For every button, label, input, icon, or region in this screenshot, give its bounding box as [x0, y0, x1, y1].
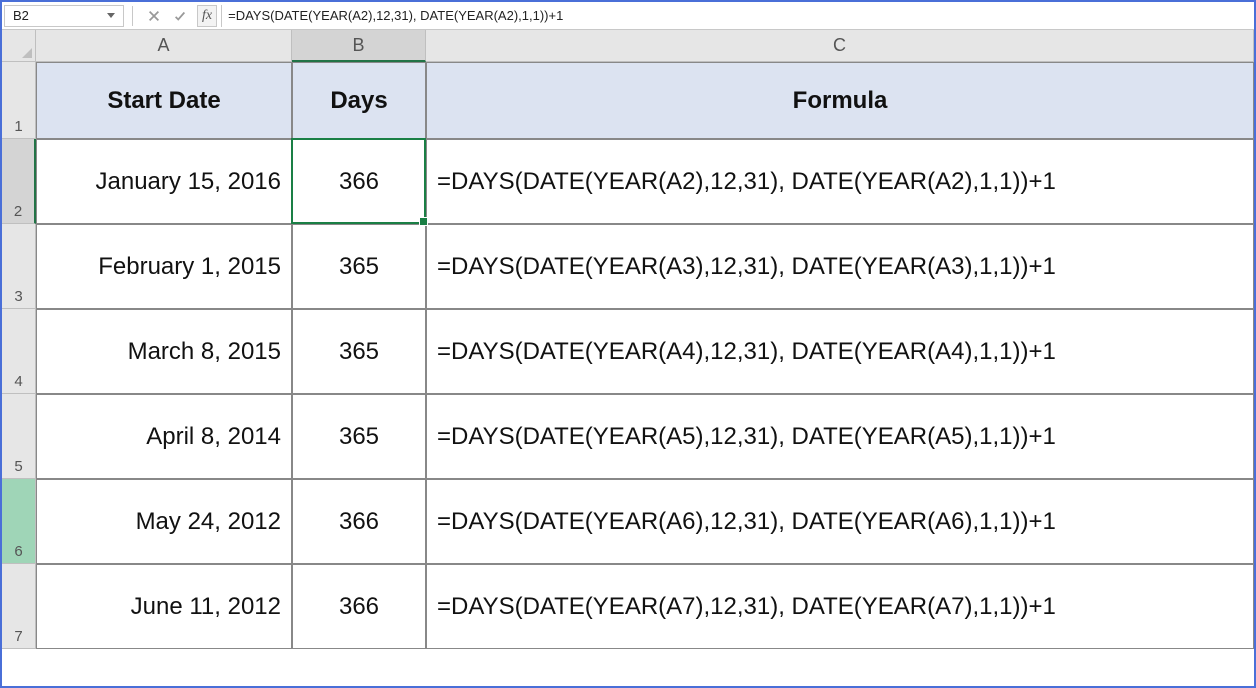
cell-start_date[interactable]: June 11, 2012 [36, 564, 292, 649]
cell-days[interactable]: 366 [292, 479, 426, 564]
cell-start_date[interactable]: April 8, 2014 [36, 394, 292, 479]
cell-days[interactable]: 366 [292, 139, 426, 224]
table-row: April 8, 2014365=DAYS(DATE(YEAR(A5),12,3… [36, 394, 1254, 479]
table-row: February 1, 2015365=DAYS(DATE(YEAR(A3),1… [36, 224, 1254, 309]
cells-area: Start DateDaysFormulaJanuary 15, 2016366… [36, 62, 1254, 686]
row-header-5[interactable]: 5 [2, 394, 36, 479]
row-header-7[interactable]: 7 [2, 564, 36, 649]
header-cell-days[interactable]: Days [292, 62, 426, 139]
cell-days[interactable]: 365 [292, 394, 426, 479]
select-all-corner[interactable] [2, 30, 36, 62]
cell-start_date[interactable]: January 15, 2016 [36, 139, 292, 224]
cell-start_date[interactable]: March 8, 2015 [36, 309, 292, 394]
column-header-a[interactable]: A [36, 30, 292, 62]
table-row: January 15, 2016366=DAYS(DATE(YEAR(A2),1… [36, 139, 1254, 224]
name-box-value: B2 [13, 8, 107, 23]
column-header-c[interactable]: C [426, 30, 1254, 62]
table-row: June 11, 2012366=DAYS(DATE(YEAR(A7),12,3… [36, 564, 1254, 649]
cell-days[interactable]: 365 [292, 224, 426, 309]
header-cell-formula[interactable]: Formula [426, 62, 1254, 139]
cancel-icon[interactable] [143, 5, 165, 27]
cell-start_date[interactable]: May 24, 2012 [36, 479, 292, 564]
formula-bar: B2 fx =DAYS(DATE(YEAR(A2),12,31), DATE(Y… [2, 2, 1254, 30]
fx-button[interactable]: fx [197, 5, 217, 27]
column-headers: A B C [36, 30, 1254, 62]
cell-formula[interactable]: =DAYS(DATE(YEAR(A6),12,31), DATE(YEAR(A6… [426, 479, 1254, 564]
header-cell-start_date[interactable]: Start Date [36, 62, 292, 139]
name-box[interactable]: B2 [4, 5, 124, 27]
cell-formula[interactable]: =DAYS(DATE(YEAR(A3),12,31), DATE(YEAR(A3… [426, 224, 1254, 309]
spreadsheet: A B C 1234567 Start DateDaysFormulaJanua… [2, 30, 1254, 686]
formula-input[interactable]: =DAYS(DATE(YEAR(A2),12,31), DATE(YEAR(A2… [221, 5, 1254, 27]
row-header-4[interactable]: 4 [2, 309, 36, 394]
row-header-3[interactable]: 3 [2, 224, 36, 309]
cell-days[interactable]: 365 [292, 309, 426, 394]
chevron-down-icon[interactable] [107, 13, 115, 18]
column-header-b[interactable]: B [292, 30, 426, 62]
cell-start_date[interactable]: February 1, 2015 [36, 224, 292, 309]
separator [132, 6, 133, 26]
table-row: March 8, 2015365=DAYS(DATE(YEAR(A4),12,3… [36, 309, 1254, 394]
cell-formula[interactable]: =DAYS(DATE(YEAR(A4),12,31), DATE(YEAR(A4… [426, 309, 1254, 394]
row-header-6[interactable]: 6 [2, 479, 36, 564]
cell-days[interactable]: 366 [292, 564, 426, 649]
table-row: May 24, 2012366=DAYS(DATE(YEAR(A6),12,31… [36, 479, 1254, 564]
row-headers: 1234567 [2, 62, 36, 649]
row-header-2[interactable]: 2 [2, 139, 36, 224]
cell-formula[interactable]: =DAYS(DATE(YEAR(A7),12,31), DATE(YEAR(A7… [426, 564, 1254, 649]
cell-formula[interactable]: =DAYS(DATE(YEAR(A5),12,31), DATE(YEAR(A5… [426, 394, 1254, 479]
cell-formula[interactable]: =DAYS(DATE(YEAR(A2),12,31), DATE(YEAR(A2… [426, 139, 1254, 224]
row-header-1[interactable]: 1 [2, 62, 36, 139]
enter-icon[interactable] [169, 5, 191, 27]
